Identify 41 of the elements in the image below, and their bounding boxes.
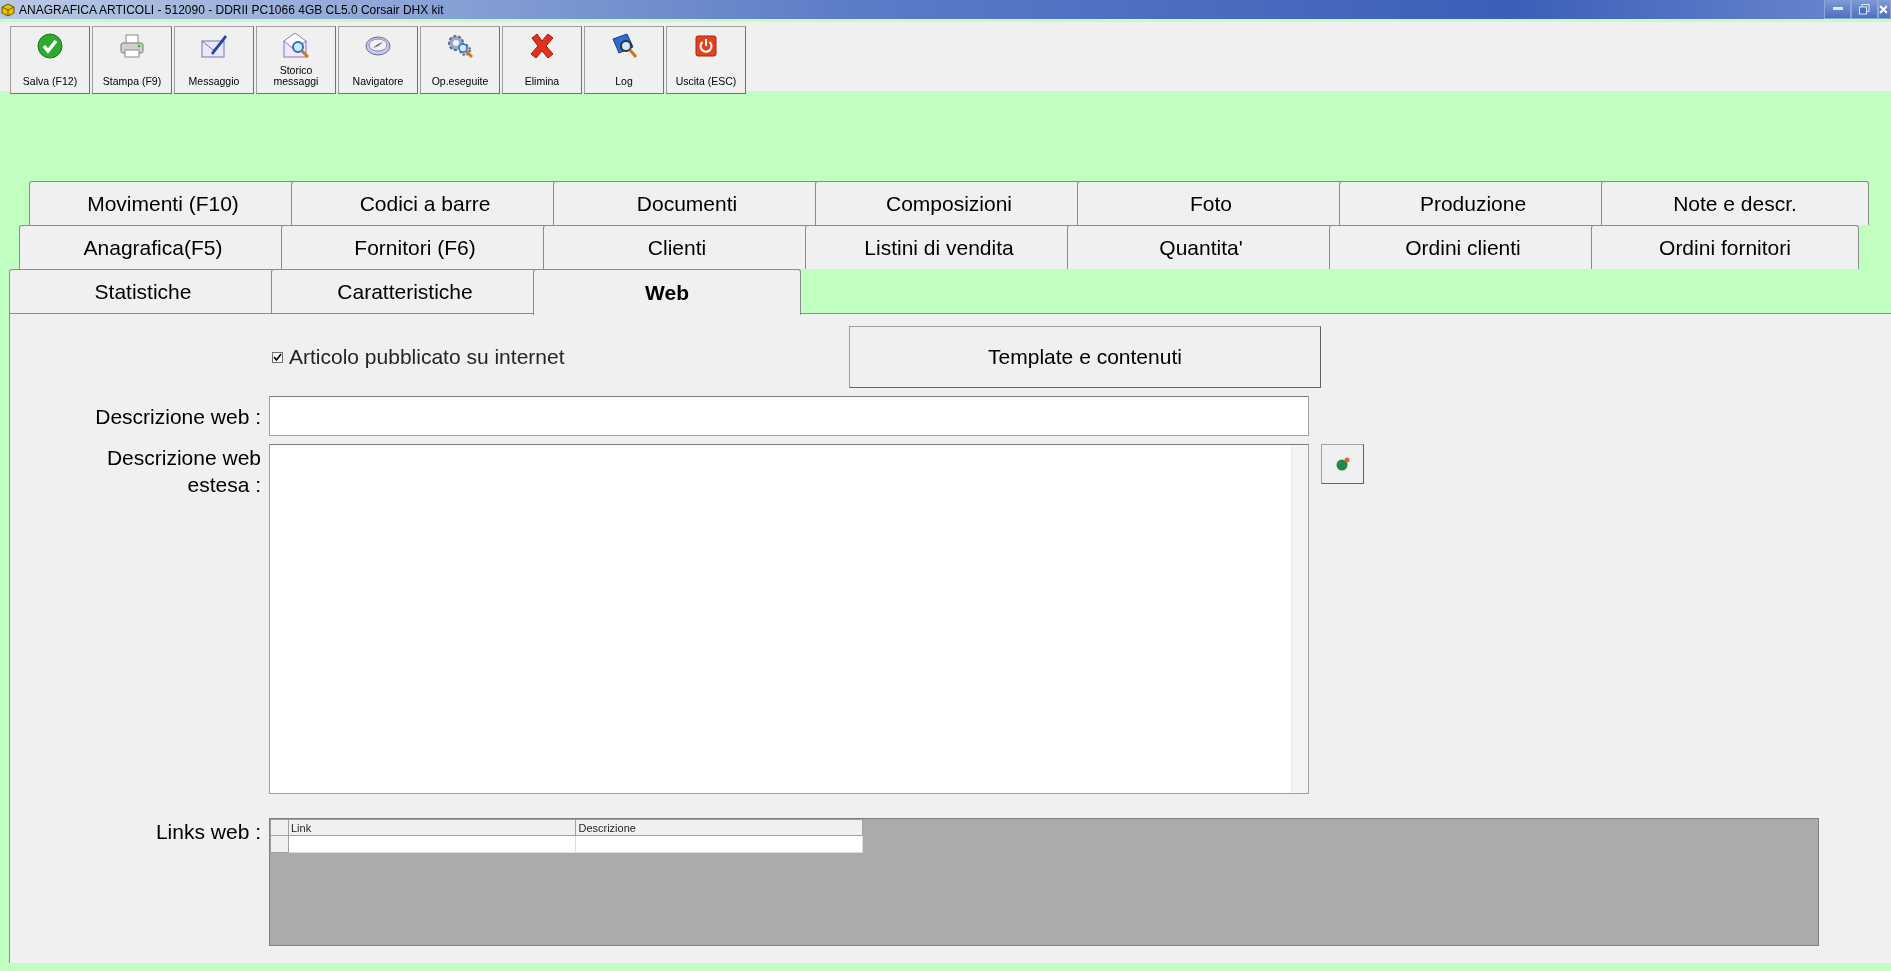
minimize-icon — [1832, 7, 1843, 11]
field-label: Descrizione web estesa : — [105, 445, 262, 498]
compass-icon — [365, 33, 391, 59]
close-button[interactable] — [1878, 0, 1891, 19]
app-icon — [1, 2, 15, 17]
input-field[interactable] — [269, 396, 1309, 436]
toolbar-button[interactable]: Elimina — [502, 26, 582, 94]
toolbar-button[interactable]: Navigatore — [338, 26, 418, 94]
envelope-pen-icon — [201, 33, 227, 59]
toolbar-button[interactable]: Log — [584, 26, 664, 94]
envelope-search-icon — [283, 33, 309, 59]
toolbar-button[interactable]: Messaggio — [174, 26, 254, 94]
gears-icon — [447, 33, 473, 59]
toolbar-button[interactable]: Op.eseguite — [420, 26, 500, 94]
power-icon — [693, 33, 719, 59]
minimize-button[interactable] — [1824, 0, 1851, 19]
column-header[interactable]: Link — [288, 819, 576, 836]
checkbox[interactable] — [272, 351, 283, 363]
toolbar-button[interactable]: Uscita (ESC) — [666, 26, 746, 94]
field-label: Descrizione web : — [94, 403, 262, 430]
delete-icon — [529, 33, 555, 59]
window-title: ANAGRAFICA ARTICOLI - 512090 - DDRII PC1066 4GB CL5.0 Corsair DHX kit — [19, 1, 444, 19]
template-button[interactable]: Template e contenuti — [849, 326, 1321, 388]
scrollbar[interactable] — [1291, 445, 1308, 793]
globe-button[interactable] — [1321, 444, 1364, 484]
printer-icon — [119, 33, 145, 59]
toolbar-button[interactable]: Storico messaggi — [256, 26, 336, 94]
field-label: Links web : — [154, 819, 262, 845]
checkbox-label: Articolo pubblicato su internet — [289, 344, 566, 371]
check-icon — [37, 33, 63, 59]
tab[interactable]: Ordini fornitori — [1591, 225, 1859, 269]
restore-button[interactable] — [1851, 0, 1878, 19]
tab[interactable]: Web — [533, 269, 801, 315]
tab[interactable]: Note e descr. — [1601, 181, 1869, 225]
close-icon — [1879, 4, 1887, 14]
globe-icon — [1335, 457, 1350, 471]
restore-icon — [1859, 3, 1870, 15]
column-header[interactable]: Descrizione — [575, 819, 863, 836]
toolbar-button[interactable]: Stampa (F9) — [92, 26, 172, 94]
book-search-icon — [611, 33, 637, 59]
toolbar-button[interactable]: Salva (F12) — [10, 26, 90, 94]
